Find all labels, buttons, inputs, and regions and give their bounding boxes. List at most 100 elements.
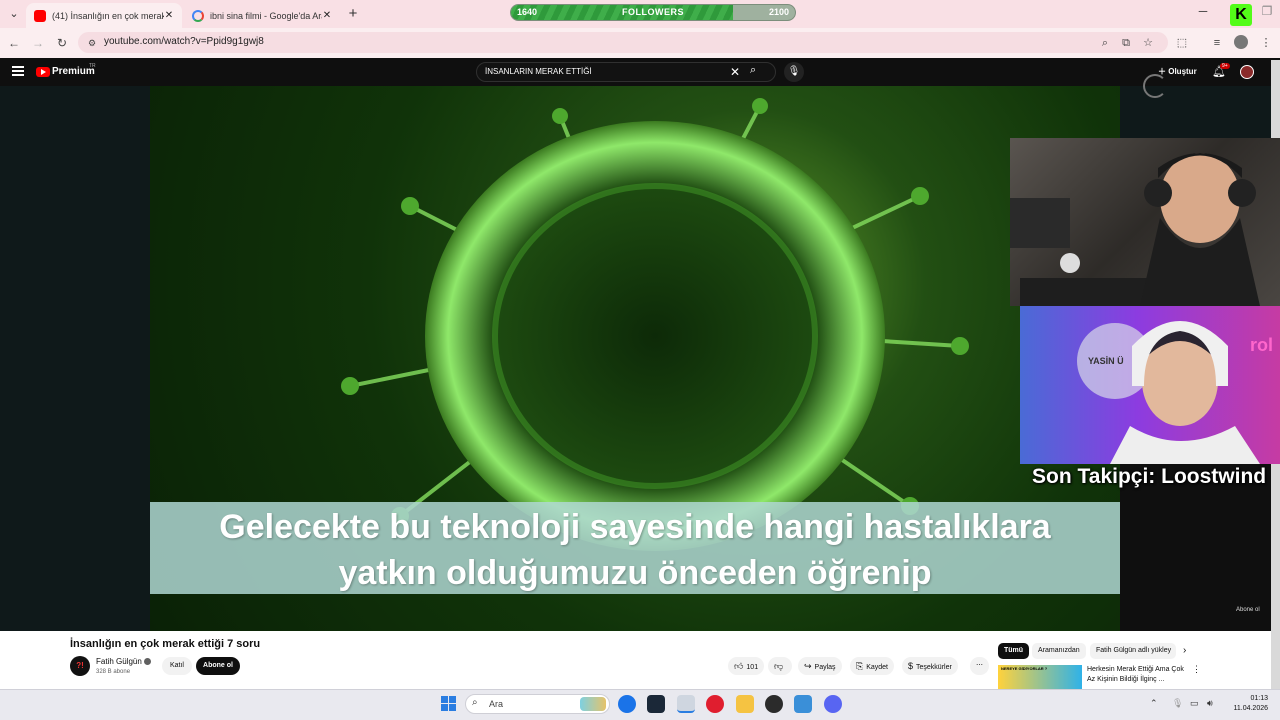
video-title: İnsanlığın en çok merak ettiği 7 soru bbox=[70, 638, 261, 650]
chevron-right-icon[interactable]: › bbox=[1183, 645, 1186, 656]
share-button[interactable]: ↪ Paylaş bbox=[798, 657, 842, 675]
extensions-icon[interactable]: ⬚ bbox=[1174, 35, 1190, 51]
notifications-badge: 9+ bbox=[1220, 63, 1230, 69]
like-button[interactable]: 👍︎ 101 bbox=[728, 657, 765, 675]
thanks-icon: $ bbox=[908, 661, 914, 671]
followers-label: FOLLOWERS bbox=[622, 7, 684, 17]
taskbar bbox=[0, 689, 1280, 720]
create-label: Oluştur bbox=[1168, 67, 1197, 76]
bookmark-icon: ⎘ bbox=[856, 661, 864, 671]
tray-chevron-icon[interactable]: ⌃ bbox=[1150, 698, 1158, 709]
steam-icon[interactable] bbox=[647, 695, 665, 713]
country-code: TR bbox=[89, 63, 96, 69]
more-actions-button[interactable]: ⋯ bbox=[970, 657, 989, 675]
like-count: 101 bbox=[746, 664, 759, 671]
reading-list-icon[interactable]: ≡ bbox=[1209, 35, 1225, 51]
reload-icon[interactable]: ↻ bbox=[54, 35, 70, 51]
subscribe-button[interactable]: Abone ol bbox=[196, 657, 240, 675]
install-app-icon[interactable]: ⧉ bbox=[1118, 35, 1134, 51]
bookmark-star-icon[interactable]: ☆ bbox=[1140, 35, 1156, 51]
svg-text:rol: rol bbox=[1250, 335, 1273, 355]
chip-from-search[interactable]: Aramanızdan bbox=[1032, 643, 1086, 659]
tab-google[interactable]: ibni sina filmi - Google'da Ara ✕ bbox=[184, 3, 340, 28]
share-icon: ↪ bbox=[804, 661, 812, 671]
search-highlight-icon[interactable] bbox=[580, 697, 606, 711]
last-follower-text: Son Takipçi: Loostwind bbox=[1032, 465, 1267, 488]
edge-icon[interactable] bbox=[618, 695, 636, 713]
thumbs-down-icon: 👎︎ bbox=[774, 661, 784, 671]
app-icon[interactable] bbox=[794, 695, 812, 713]
save-button[interactable]: ⎘ Kaydet bbox=[850, 657, 894, 675]
page-background-left bbox=[0, 86, 150, 631]
save-label: Kaydet bbox=[866, 664, 888, 671]
taskbar-clock[interactable]: 01:13 11.04.2026 bbox=[1228, 694, 1268, 714]
channel-avatar[interactable]: ?! bbox=[70, 656, 90, 676]
profile-avatar[interactable] bbox=[1234, 35, 1248, 49]
opera-icon[interactable] bbox=[706, 695, 724, 713]
page-background-right bbox=[1120, 86, 1280, 138]
streamer-cam-figure bbox=[1010, 153, 1260, 306]
clock-time: 01:13 bbox=[1250, 695, 1268, 702]
new-tab-button[interactable]: + bbox=[344, 5, 362, 23]
share-label: Paylaş bbox=[814, 664, 836, 671]
search-icon[interactable]: ⌕ bbox=[750, 64, 756, 77]
webcam-bottom: YASİN Ü rol bbox=[1020, 306, 1280, 464]
channel-name[interactable]: Fatih Gülgün bbox=[96, 657, 142, 666]
thanks-button[interactable]: $ Teşekkürler bbox=[902, 657, 958, 675]
account-avatar[interactable] bbox=[1240, 65, 1254, 79]
close-tab-icon[interactable]: ✕ bbox=[322, 10, 332, 21]
join-button[interactable]: Katıl bbox=[162, 657, 192, 675]
obs-icon[interactable] bbox=[765, 695, 783, 713]
tab-title: (41) İnsanlığın en çok merak etti bbox=[52, 10, 164, 21]
thumbnail-text: NEREYE GİDİYORLAR ? bbox=[1001, 666, 1048, 671]
file-explorer-icon[interactable] bbox=[736, 695, 754, 713]
subscriber-count: 328 B abone bbox=[96, 669, 131, 675]
followers-goal: 2100 bbox=[768, 7, 789, 17]
minimize-button[interactable]: ─ bbox=[1194, 4, 1212, 18]
video-caption: Gelecekte bu teknoloji sayesinde hangi h… bbox=[150, 502, 1120, 594]
volume-icon[interactable]: 🔊︎ bbox=[1207, 698, 1213, 709]
clear-search-icon[interactable]: ✕ bbox=[730, 65, 740, 79]
loading-spinner-icon bbox=[1143, 74, 1167, 98]
close-tab-icon[interactable]: ✕ bbox=[164, 10, 174, 21]
dislike-button[interactable]: 👎︎ bbox=[768, 657, 793, 675]
youtube-favicon-icon bbox=[34, 9, 46, 22]
taskbar-search-placeholder[interactable]: Ara bbox=[489, 699, 503, 709]
network-icon[interactable]: ▭ bbox=[1190, 698, 1199, 709]
recommended-title[interactable]: Herkesin Merak Ettiği Ama Çok Az Kişinin… bbox=[1087, 665, 1187, 685]
zoom-icon[interactable]: ⌕ bbox=[1097, 35, 1113, 51]
guest-cam-figure: YASİN Ü rol bbox=[1077, 321, 1273, 464]
youtube-logo-icon[interactable] bbox=[36, 67, 50, 77]
caption-line-1: Gelecekte bu teknoloji sayesinde hangi h… bbox=[219, 508, 1051, 546]
thanks-label: Teşekkürler bbox=[916, 664, 952, 671]
url-text[interactable]: youtube.com/watch?v=Ppid9g1gwj8 bbox=[104, 36, 264, 47]
tab-title: ibni sina filmi - Google'da Ara bbox=[210, 10, 322, 21]
caption-line-2: yatkın olduğumuzu önceden öğrenip bbox=[338, 554, 932, 592]
clock-date: 11.04.2026 bbox=[1233, 705, 1268, 712]
chip-all[interactable]: Tümü bbox=[998, 643, 1030, 659]
start-windows-icon[interactable] bbox=[441, 696, 456, 711]
forward-icon[interactable]: → bbox=[30, 35, 46, 51]
guide-menu-icon[interactable] bbox=[12, 66, 24, 76]
google-favicon-icon bbox=[192, 9, 204, 22]
search-input[interactable]: İNSANLARIN MERAK ETTİĞİ bbox=[485, 67, 592, 76]
back-icon[interactable]: ← bbox=[6, 35, 22, 51]
microphone-icon[interactable]: 🎙︎ bbox=[784, 62, 804, 82]
chrome-icon[interactable] bbox=[677, 695, 695, 713]
recommended-thumbnail[interactable]: NEREYE GİDİYORLAR ? bbox=[998, 665, 1082, 689]
tab-search-button[interactable]: ⌄ bbox=[4, 4, 24, 24]
discord-icon[interactable] bbox=[824, 695, 842, 713]
thumbs-up-icon: 👍︎ bbox=[734, 661, 744, 671]
restore-button[interactable]: ❐ bbox=[1258, 4, 1276, 18]
subscribe-watermark[interactable]: Abone ol bbox=[1236, 607, 1260, 613]
followers-goal-bar: 1640 FOLLOWERS 2100 bbox=[510, 4, 796, 21]
kick-logo-icon: K bbox=[1230, 4, 1252, 26]
browser-menu-icon[interactable]: ⋮ bbox=[1258, 35, 1274, 51]
verified-icon bbox=[144, 658, 151, 665]
site-info-icon[interactable]: ⚙ bbox=[84, 35, 100, 51]
chip-channel-uploads[interactable]: Fatih Gülgün adlı yükley bbox=[1090, 643, 1176, 659]
create-button[interactable]: ＋ Oluştur bbox=[1158, 66, 1197, 77]
tab-youtube[interactable]: (41) İnsanlığın en çok merak etti ✕ bbox=[26, 3, 182, 28]
microphone-tray-icon[interactable]: 🎙︎ bbox=[1172, 698, 1183, 709]
recommended-menu-icon[interactable]: ⋮ bbox=[1192, 664, 1201, 675]
